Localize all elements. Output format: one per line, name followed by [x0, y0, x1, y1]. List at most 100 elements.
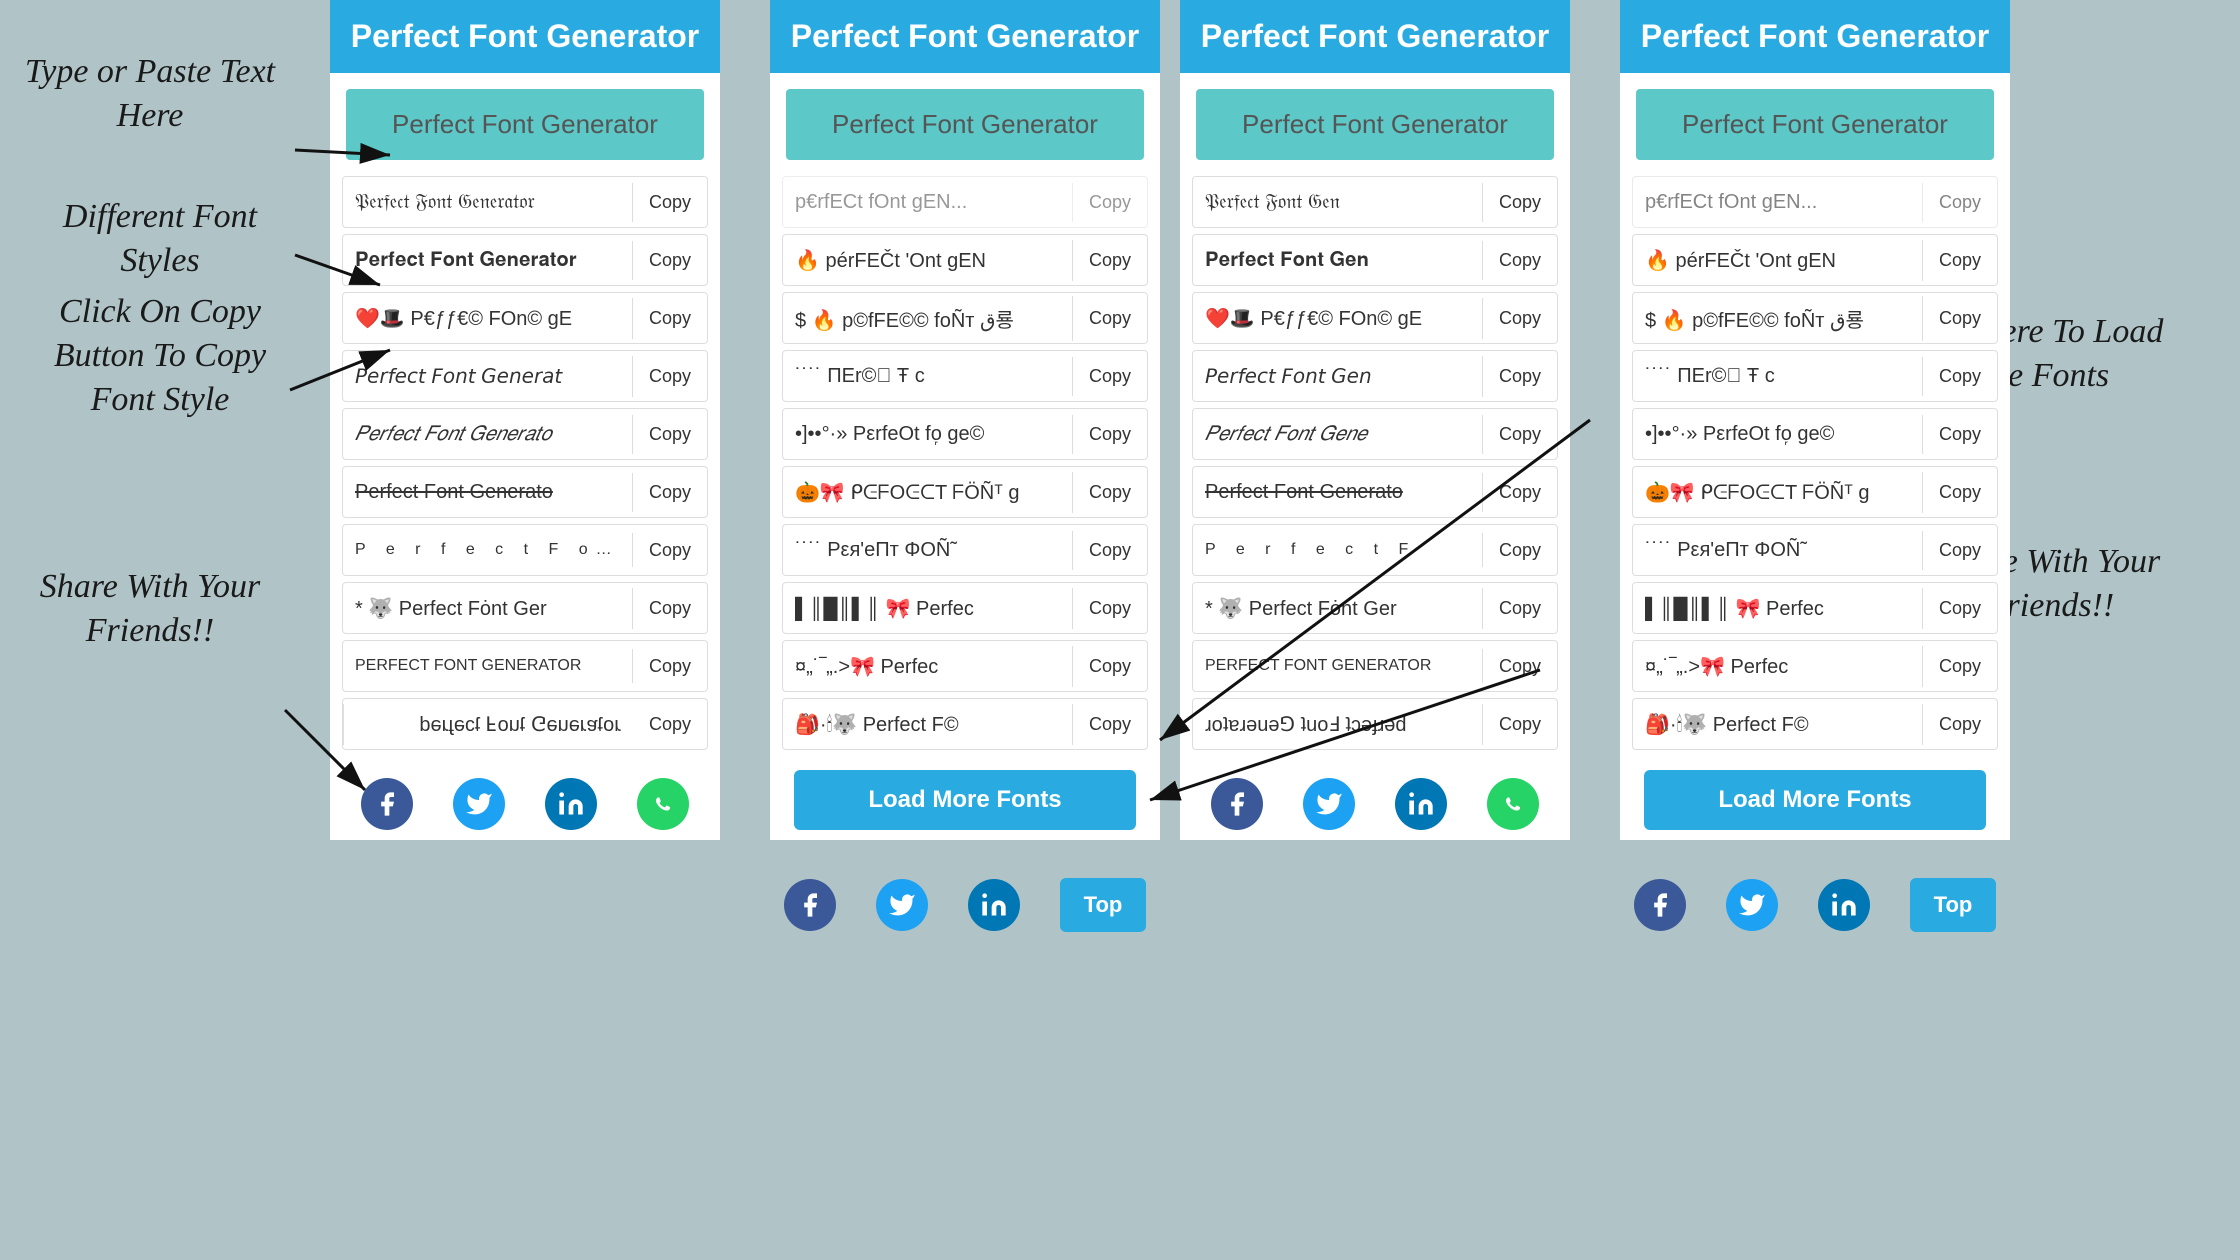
linkedin-button-right[interactable]: [968, 879, 1020, 931]
text-input-right2[interactable]: [1196, 89, 1554, 160]
copy-button[interactable]: Copy: [1483, 184, 1557, 221]
font-row: P e r f e c t F o n t Copy: [342, 524, 708, 576]
copy-button[interactable]: Copy: [1923, 590, 1997, 627]
copy-button[interactable]: Copy: [1073, 648, 1147, 685]
font-row: 𝘗𝘦𝘳𝘧𝘦𝘤𝘵 𝘍𝘰𝘯𝘵 𝘎𝘦𝘯𝘦𝘳𝘢𝘵 Copy: [342, 350, 708, 402]
copy-button[interactable]: Copy: [1483, 706, 1557, 743]
font-row: ❤️🎩 P€ƒƒ€© FOn© gE Copy: [342, 292, 708, 344]
whatsapp-button[interactable]: [637, 778, 689, 830]
font-text: ¤„˙‾„.>🎀 Perfec: [1633, 646, 1923, 687]
copy-button[interactable]: Copy: [633, 358, 707, 395]
font-text: 🎒·🕯🐺 Perfect F©: [783, 704, 1073, 745]
copy-button[interactable]: Copy: [633, 300, 707, 337]
copy-button[interactable]: Copy: [1073, 706, 1147, 743]
copy-button[interactable]: Copy: [1923, 532, 1997, 569]
font-row: $ 🔥 p©fFE©© foÑт ق룡 Copy: [1632, 292, 1998, 344]
copy-button[interactable]: Copy: [1483, 242, 1557, 279]
twitter-button[interactable]: [453, 778, 505, 830]
font-row: ▌║█║▌║ 🎀 Perfec Copy: [782, 582, 1148, 634]
font-row: 🎒·🕯🐺 Perfect F© Copy: [782, 698, 1148, 750]
facebook-button-right[interactable]: [784, 879, 836, 931]
social-bar-right: Top: [770, 860, 1160, 944]
copy-button[interactable]: Copy: [1483, 590, 1557, 627]
font-row: P e r f e c t F Copy: [1192, 524, 1558, 576]
copy-button[interactable]: Copy: [1073, 416, 1147, 453]
copy-button[interactable]: Copy: [1483, 358, 1557, 395]
text-input-right3[interactable]: [1636, 89, 1994, 160]
copy-button[interactable]: Copy: [1923, 416, 1997, 453]
font-row: ❤️🎩 P€ƒƒ€© FOn© gE Copy: [1192, 292, 1558, 344]
font-row: PERFECT FONT GENERATOR Copy: [1192, 640, 1558, 692]
font-row: •]••°·» PεrfeOt fo᷊ ge© Copy: [782, 408, 1148, 460]
font-text: 𝘗𝘦𝘳𝘧𝘦𝘤𝘵 𝘍𝘰𝘯𝘵 𝘎𝘦𝘯𝘦𝘳𝘢𝘵: [343, 356, 633, 397]
font-row: ¤„˙‾„.>🎀 Perfec Copy: [1632, 640, 1998, 692]
copy-button[interactable]: Copy: [1073, 474, 1147, 511]
copy-button[interactable]: Copy: [1483, 300, 1557, 337]
font-row: 𝔓𝔢𝔯𝔣𝔢𝔠𝔱 𝔉𝔬𝔫𝔱 𝔊𝔢𝔫 Copy: [1192, 176, 1558, 228]
facebook-button-r2[interactable]: [1211, 778, 1263, 830]
phone-panel-middle: Perfect Font Generator p€rfECt fOnt gEN.…: [770, 0, 1160, 840]
facebook-button[interactable]: [361, 778, 413, 830]
font-text: PERFECT FONT GENERATOR: [1193, 649, 1483, 683]
copy-button[interactable]: Copy: [633, 648, 707, 685]
copy-button[interactable]: Copy: [633, 590, 707, 627]
copy-button[interactable]: Copy: [1923, 184, 1997, 221]
font-row: •]••°·» PεrfeOt fo᷊ ge© Copy: [1632, 408, 1998, 460]
font-row: PERFECT FONT GENERATOR Copy: [342, 640, 708, 692]
font-text: Perfect Font Generato: [343, 473, 633, 512]
copy-button[interactable]: Copy: [1923, 242, 1997, 279]
load-more-button[interactable]: Load More Fonts: [794, 770, 1136, 830]
copy-button[interactable]: Copy: [1923, 474, 1997, 511]
copy-button[interactable]: Copy: [1483, 416, 1557, 453]
top-button-r3[interactable]: Top: [1910, 878, 1997, 932]
font-text: P e r f e c t F o n t: [343, 533, 633, 567]
copy-button[interactable]: Copy: [633, 532, 707, 569]
font-text: 𝔓𝔢𝔯𝔣𝔢𝔠𝔱 𝔉𝔬𝔫𝔱 𝔊𝔢𝔫: [1193, 183, 1483, 222]
app-title-right3: Perfect Font Generator: [1636, 18, 1994, 55]
copy-button[interactable]: Copy: [1923, 358, 1997, 395]
annotation-click-copy: Click On Copy Button To Copy Font Style: [20, 290, 300, 423]
copy-button[interactable]: Copy: [633, 242, 707, 279]
font-text: ˙˙˙˙ Pεя'eΠт ΦOÑ˜: [1633, 531, 1923, 570]
copy-button[interactable]: Copy: [1073, 300, 1147, 337]
text-input-middle[interactable]: [786, 89, 1144, 160]
top-button[interactable]: Top: [1060, 878, 1147, 932]
font-row: ˙˙˙˙ Pεя'eΠт ΦOÑ˜ Copy: [782, 524, 1148, 576]
copy-button[interactable]: Copy: [633, 706, 707, 743]
text-input-left[interactable]: [346, 89, 704, 160]
font-text: 𝐏𝐞𝐫𝐟𝐞𝐜𝐭 𝐅𝐨𝐧𝐭 𝐆𝐞𝐧: [1193, 241, 1483, 280]
font-row: 𝘗𝘦𝘳𝘧𝘦𝘤𝘵 𝘍𝘰𝘯𝘵 𝘎𝘦𝘯 Copy: [1192, 350, 1558, 402]
copy-button[interactable]: Copy: [1073, 358, 1147, 395]
copy-button[interactable]: Copy: [1073, 184, 1147, 221]
load-more-button-right3[interactable]: Load More Fonts: [1644, 770, 1986, 830]
copy-button[interactable]: Copy: [1923, 648, 1997, 685]
twitter-button-right[interactable]: [876, 879, 928, 931]
copy-button[interactable]: Copy: [633, 184, 707, 221]
font-text: 🎒·🕯🐺 Perfect F©: [1633, 704, 1923, 745]
copy-button[interactable]: Copy: [1923, 300, 1997, 337]
copy-button[interactable]: Copy: [633, 416, 707, 453]
facebook-button-r3[interactable]: [1634, 879, 1686, 931]
header-left: Perfect Font Generator: [330, 0, 720, 73]
whatsapp-button-r2[interactable]: [1487, 778, 1539, 830]
font-row: Perfect Font Generato Copy: [342, 466, 708, 518]
linkedin-button[interactable]: [545, 778, 597, 830]
linkedin-button-r2[interactable]: [1395, 778, 1447, 830]
twitter-button-r3[interactable]: [1726, 879, 1778, 931]
load-more-container-right3: Load More Fonts: [1620, 750, 2010, 850]
twitter-button-r2[interactable]: [1303, 778, 1355, 830]
copy-button[interactable]: Copy: [633, 474, 707, 511]
copy-button[interactable]: Copy: [1073, 242, 1147, 279]
linkedin-button-r3[interactable]: [1818, 879, 1870, 931]
font-row: 🎃🎀 ᑭᕮᖴOᕮᑕT ᖴÖÑᵀ g Copy: [782, 466, 1148, 518]
copy-button[interactable]: Copy: [1483, 474, 1557, 511]
copy-button[interactable]: Copy: [1483, 532, 1557, 569]
font-row: ˙˙˙˙ ΠΕr©ᷮ Ŧ c Copy: [782, 350, 1148, 402]
copy-button[interactable]: Copy: [1923, 706, 1997, 743]
copy-button[interactable]: Copy: [1483, 648, 1557, 685]
font-text: ˙˙˙˙ Pεя'eΠт ΦOÑ˜: [783, 531, 1073, 570]
copy-button[interactable]: Copy: [1073, 590, 1147, 627]
copy-button[interactable]: Copy: [1073, 532, 1147, 569]
social-bar-right3: Top: [1620, 860, 2010, 944]
font-text: PERFECT FONT GENERATOR: [343, 649, 633, 683]
